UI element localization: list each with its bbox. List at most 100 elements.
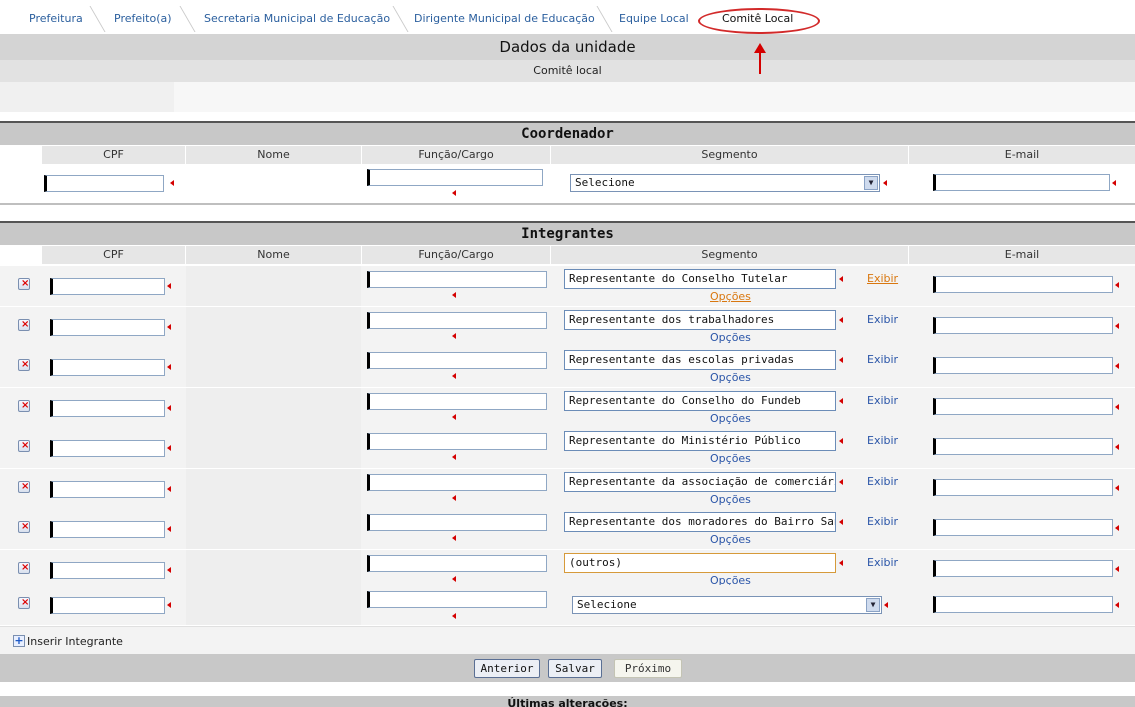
integrante-email-input[interactable] xyxy=(933,317,1113,334)
integrante-cpf-input[interactable] xyxy=(50,278,165,295)
required-marker xyxy=(170,180,174,186)
integrante-cpf-input[interactable] xyxy=(50,359,165,376)
required-marker xyxy=(1115,363,1119,369)
opcoes-link[interactable]: Opções xyxy=(710,452,751,465)
integrante-row: × Representante das escolas privadas Exibi… xyxy=(0,347,1135,387)
integrante-funcao-input[interactable] xyxy=(367,271,547,288)
required-marker xyxy=(167,283,171,289)
coordenador-email-input[interactable] xyxy=(933,174,1110,191)
integrante-email-input[interactable] xyxy=(933,438,1113,455)
integrante-segmento-field[interactable]: Representante da associação de comerciár… xyxy=(564,472,836,492)
integrante-cpf-input[interactable] xyxy=(50,481,165,498)
required-marker xyxy=(452,576,456,582)
integrante-funcao-input[interactable] xyxy=(367,474,547,491)
delete-icon[interactable]: × xyxy=(18,597,30,609)
integrante-cpf-input[interactable] xyxy=(50,597,165,614)
required-marker xyxy=(1115,566,1119,572)
required-marker xyxy=(1115,485,1119,491)
delete-icon[interactable]: × xyxy=(18,400,30,412)
tab-prefeitura[interactable]: Prefeitura xyxy=(29,12,83,25)
delete-icon[interactable]: × xyxy=(18,319,30,331)
exibir-link[interactable]: Exibir xyxy=(867,313,898,326)
integrante-cpf-input[interactable] xyxy=(50,400,165,417)
required-marker xyxy=(1112,180,1116,186)
tab-secretaria[interactable]: Secretaria Municipal de Educação xyxy=(204,12,390,25)
integrante-row: × Representante do Ministério Público Exib… xyxy=(0,428,1135,468)
required-marker xyxy=(452,190,456,196)
opcoes-link[interactable]: Opções xyxy=(710,290,751,303)
integrante-segmento-field[interactable]: Representante dos trabalhadores xyxy=(564,310,836,330)
exibir-link[interactable]: Exibir xyxy=(867,434,898,447)
opcoes-link[interactable]: Opções xyxy=(710,331,751,344)
exibir-link[interactable]: Exibir xyxy=(867,353,898,366)
integrante-funcao-input[interactable] xyxy=(367,312,547,329)
exibir-link[interactable]: Exibir xyxy=(867,475,898,488)
col-nome: Nome xyxy=(186,146,361,164)
integrante-segmento-field[interactable]: Representante do Conselho do Fundeb xyxy=(564,391,836,411)
integrante-segmento-select[interactable]: Selecione ▼ xyxy=(572,596,882,614)
delete-icon[interactable]: × xyxy=(18,521,30,533)
integrante-funcao-input[interactable] xyxy=(367,591,547,608)
exibir-link[interactable]: Exibir xyxy=(867,272,898,285)
delete-icon[interactable]: × xyxy=(18,359,30,371)
insert-integrante-bar: + Inserir Integrante xyxy=(0,626,1135,654)
integrante-row: × (outros) Exibir Opções xyxy=(0,550,1135,590)
integrante-funcao-input[interactable] xyxy=(367,352,547,369)
required-marker xyxy=(452,535,456,541)
opcoes-link[interactable]: Opções xyxy=(710,493,751,506)
integrante-email-input[interactable] xyxy=(933,357,1113,374)
col-cpf: CPF xyxy=(42,146,185,164)
plus-icon[interactable]: + xyxy=(13,635,25,647)
integrante-email-input[interactable] xyxy=(933,596,1113,613)
page-title: Dados da unidade xyxy=(0,34,1135,60)
opcoes-link[interactable]: Opções xyxy=(710,533,751,546)
tab-equipe-local[interactable]: Equipe Local xyxy=(619,12,689,25)
tab-dirigente[interactable]: Dirigente Municipal de Educação xyxy=(414,12,595,25)
tab-separator xyxy=(89,6,106,32)
anterior-button[interactable]: Anterior xyxy=(474,659,540,678)
proximo-button[interactable]: Próximo xyxy=(614,659,682,678)
exibir-link[interactable]: Exibir xyxy=(867,556,898,569)
col-email: E-mail xyxy=(909,146,1135,164)
integrante-cpf-input[interactable] xyxy=(50,562,165,579)
tab-prefeito[interactable]: Prefeito(a) xyxy=(114,12,172,25)
salvar-button[interactable]: Salvar xyxy=(548,659,602,678)
integrante-funcao-input[interactable] xyxy=(367,433,547,450)
integrante-email-input[interactable] xyxy=(933,519,1113,536)
integrante-segmento-field[interactable]: (outros) xyxy=(564,553,836,573)
delete-icon[interactable]: × xyxy=(18,440,30,452)
integrante-cpf-input[interactable] xyxy=(50,319,165,336)
integrante-cpf-input[interactable] xyxy=(50,440,165,457)
integrante-segmento-field[interactable]: Representante dos moradores do Bairro Sa… xyxy=(564,512,836,532)
integrante-email-input[interactable] xyxy=(933,276,1113,293)
required-marker xyxy=(452,333,456,339)
delete-icon[interactable]: × xyxy=(18,278,30,290)
tab-comite-local[interactable]: Comitê Local xyxy=(722,12,793,25)
integrante-row: × Representante da associação de comerciá… xyxy=(0,469,1135,509)
integrante-segmento-field[interactable]: Representante do Conselho Tutelar xyxy=(564,269,836,289)
integrante-email-input[interactable] xyxy=(933,560,1113,577)
integrante-segmento-field[interactable]: Representante das escolas privadas xyxy=(564,350,836,370)
integrante-cpf-input[interactable] xyxy=(50,521,165,538)
exibir-link[interactable]: Exibir xyxy=(867,394,898,407)
required-marker xyxy=(167,526,171,532)
integrante-email-input[interactable] xyxy=(933,398,1113,415)
integrante-email-input[interactable] xyxy=(933,479,1113,496)
coordenador-funcao-input[interactable] xyxy=(367,169,543,186)
delete-icon[interactable]: × xyxy=(18,481,30,493)
coordenador-segmento-select[interactable]: Selecione ▼ xyxy=(570,174,880,192)
exibir-link[interactable]: Exibir xyxy=(867,515,898,528)
col-cpf: CPF xyxy=(42,246,185,264)
coordenador-cpf-input[interactable] xyxy=(44,175,164,192)
integrante-funcao-input[interactable] xyxy=(367,514,547,531)
annotation-arrow xyxy=(759,52,761,74)
integrante-funcao-input[interactable] xyxy=(367,393,547,410)
opcoes-link[interactable]: Opções xyxy=(710,412,751,425)
insert-integrante-link[interactable]: Inserir Integrante xyxy=(27,635,123,648)
opcoes-link[interactable]: Opções xyxy=(710,371,751,384)
integrante-funcao-input[interactable] xyxy=(367,555,547,572)
delete-icon[interactable]: × xyxy=(18,562,30,574)
tab-bar: Prefeitura Prefeito(a) Secretaria Munici… xyxy=(0,0,1135,34)
coordenador-section-title: Coordenador xyxy=(0,121,1135,145)
integrante-segmento-field[interactable]: Representante do Ministério Público xyxy=(564,431,836,451)
